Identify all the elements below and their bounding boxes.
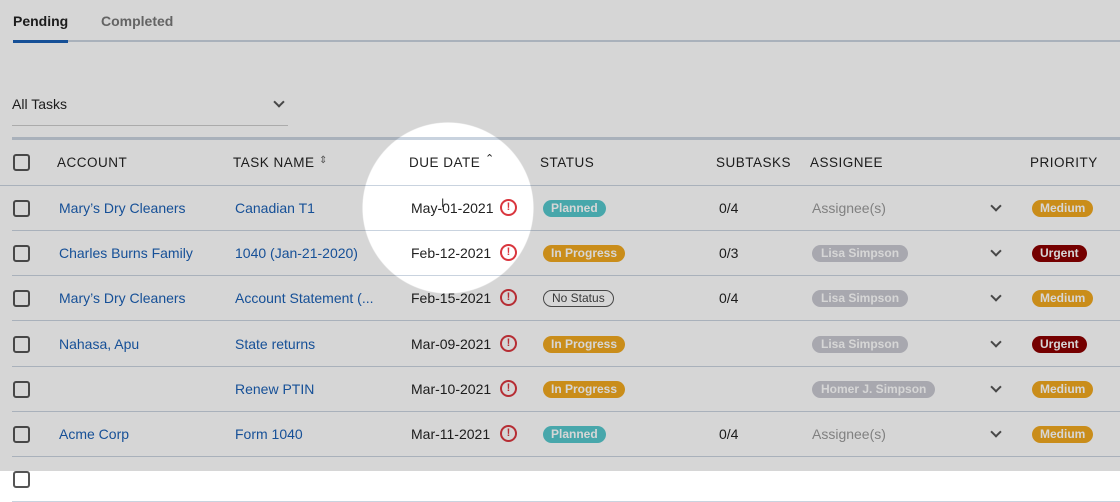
overdue-alert-icon: ! bbox=[500, 379, 517, 397]
task-filter-select[interactable]: All Tasks bbox=[12, 88, 288, 126]
overdue-alert-icon: ! bbox=[500, 199, 517, 216]
overdue-alert-icon: ! bbox=[500, 244, 517, 262]
assignee-chip[interactable]: Lisa Simpson bbox=[812, 290, 909, 308]
table-row: Mary’s Dry Cleaners Account Statement (.… bbox=[12, 276, 1120, 322]
priority-badge[interactable]: Medium bbox=[1032, 380, 1094, 398]
priority-badge[interactable]: Medium bbox=[1032, 426, 1094, 443]
column-subtasks[interactable]: SUBTASKS bbox=[716, 155, 791, 170]
sort-ascending-icon[interactable]: ⌃ bbox=[485, 152, 495, 165]
assignee-dropdown-chevron-icon[interactable] bbox=[990, 200, 1002, 212]
chevron-down-icon bbox=[273, 96, 285, 108]
priority-badge[interactable]: Medium bbox=[1032, 200, 1094, 217]
due-date: Feb-12-2021 bbox=[411, 245, 492, 262]
due-date: Mar-10-2021 bbox=[411, 380, 492, 397]
table-row: Charles Burns Family 1040 (Jan-21-2020) … bbox=[12, 231, 1120, 277]
task-name-link[interactable]: 1040 (Jan-21-2020) bbox=[235, 245, 358, 261]
subtasks-count: 0/3 bbox=[719, 245, 739, 262]
status-badge[interactable]: Planned bbox=[543, 200, 606, 217]
task-name-link[interactable]: Renew PTIN bbox=[235, 381, 314, 397]
assignee-dropdown-chevron-icon[interactable] bbox=[990, 245, 1002, 257]
due-date: May-01-2021 bbox=[411, 200, 494, 216]
priority-badge[interactable]: Urgent bbox=[1032, 335, 1087, 353]
assignee-dropdown-chevron-icon[interactable] bbox=[990, 426, 1002, 438]
row-checkbox[interactable] bbox=[13, 471, 30, 488]
subtasks-count: 0/4 bbox=[719, 426, 739, 442]
account-link[interactable]: Nahasa, Apu bbox=[59, 336, 139, 352]
account-link[interactable]: Mary’s Dry Cleaners bbox=[59, 290, 186, 306]
row-checkbox[interactable] bbox=[13, 245, 30, 263]
row-checkbox[interactable] bbox=[13, 290, 30, 308]
overdue-alert-icon: ! bbox=[500, 334, 517, 352]
assignee-dropdown-chevron-icon[interactable] bbox=[990, 335, 1002, 348]
assignee-dropdown-chevron-icon[interactable] bbox=[990, 290, 1002, 303]
status-badge[interactable]: Planned bbox=[543, 426, 606, 443]
table-row bbox=[12, 457, 1120, 502]
task-filter-value: All Tasks bbox=[12, 96, 67, 112]
column-priority[interactable]: PRIORITY bbox=[1030, 155, 1098, 170]
select-all-checkbox[interactable] bbox=[13, 154, 30, 171]
assignee-placeholder[interactable]: Assignee(s) bbox=[812, 426, 886, 442]
tab-completed[interactable]: Completed bbox=[101, 13, 173, 29]
column-status[interactable]: STATUS bbox=[540, 155, 594, 170]
account-link[interactable]: Acme Corp bbox=[59, 426, 129, 442]
column-due-date[interactable]: DUE DATE bbox=[409, 155, 480, 170]
table-row: Nahasa, Apu State returns Mar-09-2021 ! … bbox=[12, 322, 1120, 367]
tab-bar: Pending Completed bbox=[13, 0, 1120, 43]
row-checkbox[interactable] bbox=[13, 380, 30, 398]
assignee-chip[interactable]: Lisa Simpson bbox=[812, 335, 909, 353]
column-task-name[interactable]: TASK NAME bbox=[233, 155, 315, 170]
row-checkbox[interactable] bbox=[13, 426, 30, 443]
assignee-chip[interactable]: Lisa Simpson bbox=[812, 245, 909, 263]
assignee-dropdown-chevron-icon[interactable] bbox=[990, 381, 1002, 393]
priority-badge[interactable]: Medium bbox=[1032, 290, 1094, 308]
assignee-chip[interactable]: Homer J. Simpson bbox=[812, 380, 936, 398]
account-link[interactable]: Mary’s Dry Cleaners bbox=[59, 200, 186, 216]
account-link[interactable]: Charles Burns Family bbox=[59, 245, 193, 261]
row-checkbox[interactable] bbox=[13, 200, 30, 217]
priority-badge[interactable]: Urgent bbox=[1032, 245, 1087, 263]
subtasks-count: 0/4 bbox=[719, 200, 739, 216]
due-date: Mar-09-2021 bbox=[411, 335, 492, 352]
due-date: Mar-11-2021 bbox=[411, 426, 491, 442]
tab-pending[interactable]: Pending bbox=[13, 13, 69, 43]
column-account[interactable]: ACCOUNT bbox=[57, 155, 127, 170]
task-name-link[interactable]: State returns bbox=[235, 336, 315, 352]
table-header: ACCOUNT TASK NAME ⇕ DUE DATE ⌃ STATUS SU… bbox=[0, 140, 1120, 186]
table-row: Mary’s Dry Cleaners Canadian T1 May-01-2… bbox=[12, 186, 1120, 231]
table-row: Acme Corp Form 1040 Mar-11-2021 ! Planne… bbox=[12, 412, 1120, 457]
due-date: Feb-15-2021 bbox=[411, 290, 492, 307]
assignee-placeholder[interactable]: Assignee(s) bbox=[812, 200, 886, 216]
row-checkbox[interactable] bbox=[13, 335, 30, 353]
table-row: Renew PTIN Mar-10-2021 ! In Progress Hom… bbox=[12, 367, 1120, 412]
text-cursor-icon: I bbox=[441, 196, 445, 210]
status-badge[interactable]: In Progress bbox=[543, 245, 626, 263]
overdue-alert-icon: ! bbox=[500, 425, 517, 442]
task-name-link[interactable]: Form 1040 bbox=[235, 426, 303, 442]
status-badge[interactable]: In Progress bbox=[543, 335, 626, 353]
task-name-link[interactable]: Canadian T1 bbox=[235, 200, 315, 216]
status-badge[interactable]: In Progress bbox=[543, 380, 626, 398]
column-assignee[interactable]: ASSIGNEE bbox=[810, 155, 883, 170]
subtasks-count: 0/4 bbox=[719, 290, 739, 307]
sort-icon[interactable]: ⇕ bbox=[319, 155, 328, 166]
overdue-alert-icon: ! bbox=[500, 289, 517, 307]
status-badge[interactable]: No Status bbox=[543, 290, 614, 308]
task-name-link[interactable]: Account Statement (... bbox=[235, 290, 374, 306]
